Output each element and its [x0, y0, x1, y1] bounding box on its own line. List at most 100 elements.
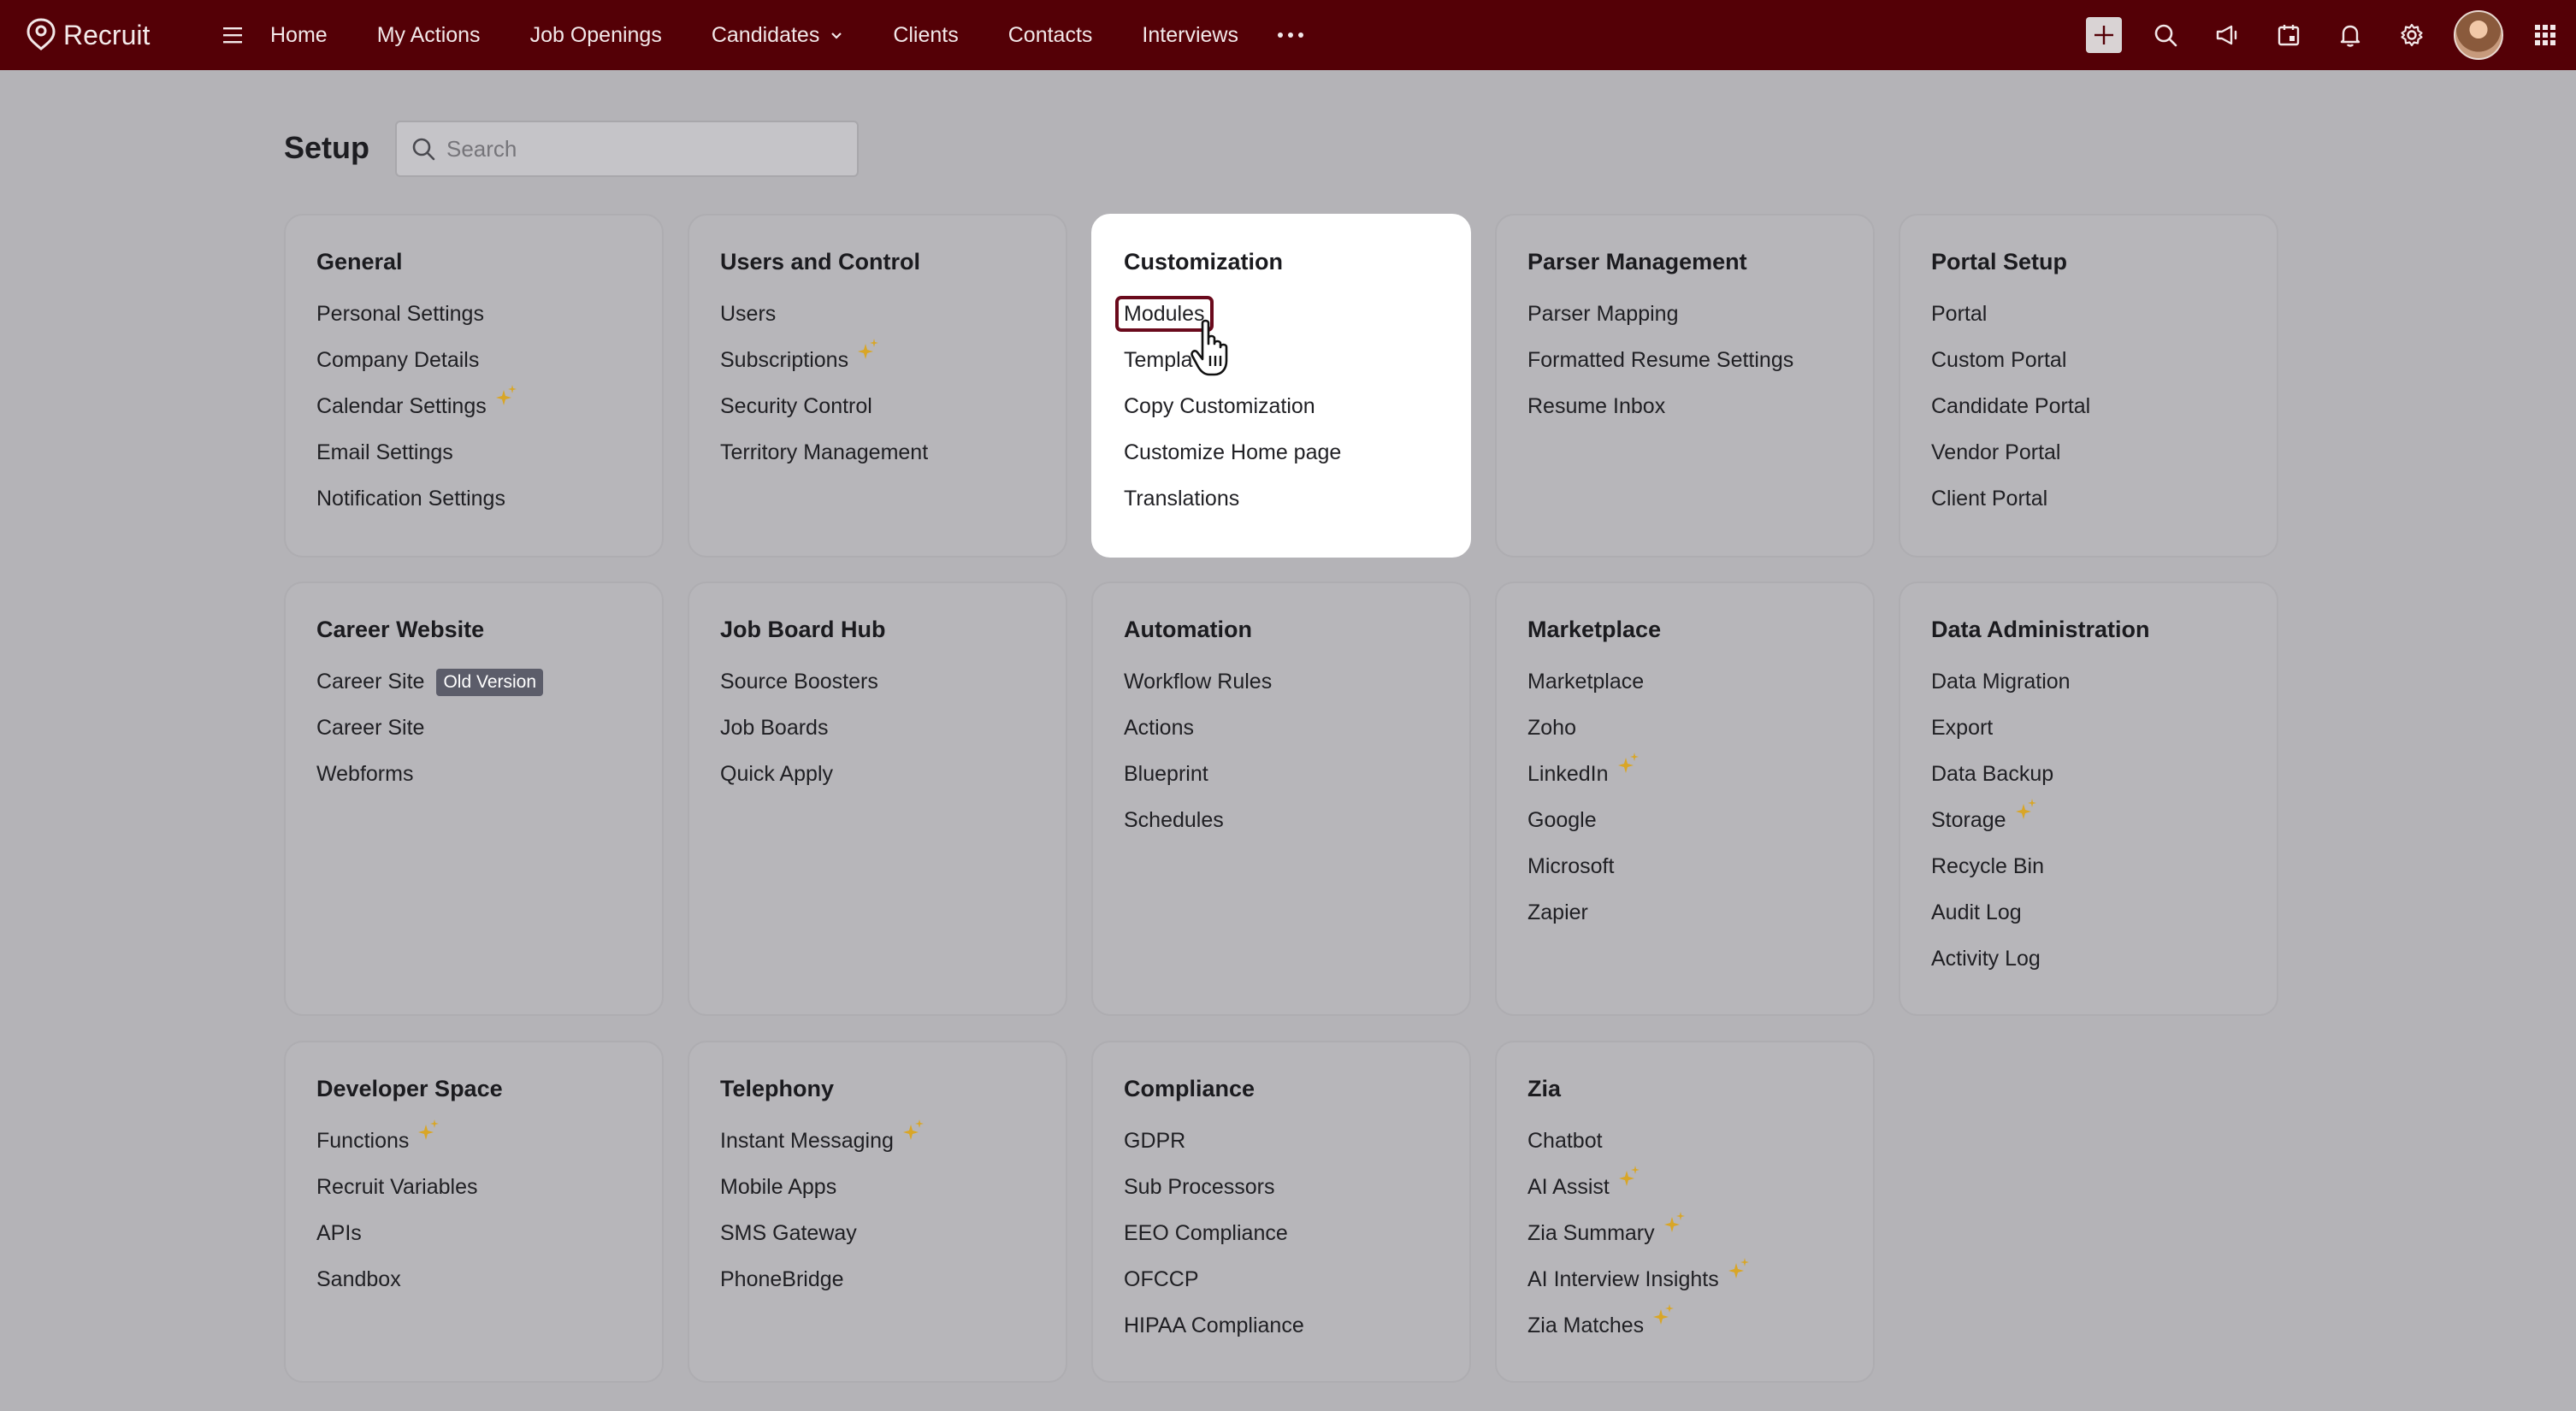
setup-link-hipaa-compliance[interactable]: HIPAA Compliance — [1124, 1313, 1469, 1359]
setup-link-recruit-variables[interactable]: Recruit Variables — [316, 1174, 662, 1220]
setup-link-ofccp[interactable]: OFCCP — [1124, 1266, 1469, 1313]
setup-link-recycle-bin[interactable]: Recycle Bin — [1931, 853, 2277, 900]
setup-link-email-settings[interactable]: Email Settings — [316, 440, 662, 486]
setup-link-gdpr[interactable]: GDPR — [1124, 1128, 1469, 1174]
card-link-list: Modules Templa Copy Customization Customize… — [1115, 296, 1469, 532]
setup-link-career-site[interactable]: Career Site Old Version — [316, 669, 662, 715]
setup-link-linkedin[interactable]: LinkedIn — [1527, 753, 1873, 807]
setup-link-export[interactable]: Export — [1931, 715, 2277, 761]
app-logo[interactable]: Recruit — [24, 16, 181, 54]
setup-link-parser-mapping[interactable]: Parser Mapping — [1527, 301, 1873, 347]
setup-link-calendar-settings[interactable]: Calendar Settings — [316, 385, 662, 440]
app-name: Recruit — [63, 19, 151, 50]
setup-link-mobile-apps[interactable]: Mobile Apps — [720, 1174, 1066, 1220]
nav-item-candidates[interactable]: Candidates — [712, 23, 843, 48]
card-link-list: Source Boosters Job Boards Quick Apply — [720, 669, 1066, 807]
nav-item-contacts[interactable]: Contacts — [1008, 23, 1093, 48]
setup-link-sms-gateway[interactable]: SMS Gateway — [720, 1220, 1066, 1266]
setup-link-job-boards[interactable]: Job Boards — [720, 715, 1066, 761]
nav-item-label: Home — [270, 22, 328, 47]
setup-link-subscriptions[interactable]: Subscriptions — [720, 339, 1066, 393]
announcements-button[interactable] — [2196, 0, 2258, 70]
setup-link-label: PhoneBridge — [720, 1267, 844, 1291]
setup-link-source-boosters[interactable]: Source Boosters — [720, 669, 1066, 715]
setup-link-modules[interactable]: Modules — [1115, 296, 1469, 347]
setup-link-microsoft[interactable]: Microsoft — [1527, 853, 1873, 900]
setup-link-zia-matches[interactable]: Zia Matches — [1527, 1304, 1873, 1359]
apps-button[interactable] — [2514, 0, 2576, 70]
setup-link-customize-home-page[interactable]: Customize Home page — [1124, 440, 1469, 486]
setup-link-label: Custom Portal — [1931, 348, 2067, 372]
card-link-list: Marketplace Zoho LinkedIn Google Microsoft Za… — [1527, 669, 1873, 946]
setup-link-sub-processors[interactable]: Sub Processors — [1124, 1174, 1469, 1220]
setup-link-client-portal[interactable]: Client Portal — [1931, 486, 2277, 532]
setup-link-zoho[interactable]: Zoho — [1527, 715, 1873, 761]
setup-card-data-administration: Data Administration Data Migration Export D… — [1899, 582, 2278, 1016]
notifications-button[interactable] — [2319, 0, 2381, 70]
setup-link-phonebridge[interactable]: PhoneBridge — [720, 1266, 1066, 1313]
setup-link-label: Subscriptions — [720, 348, 849, 372]
setup-link-custom-portal[interactable]: Custom Portal — [1931, 347, 2277, 393]
global-search-button[interactable] — [2135, 0, 2196, 70]
setup-link-data-migration[interactable]: Data Migration — [1931, 669, 2277, 715]
setup-link-data-backup[interactable]: Data Backup — [1931, 761, 2277, 807]
setup-link-google[interactable]: Google — [1527, 807, 1873, 853]
setup-link-users[interactable]: Users — [720, 301, 1066, 347]
setup-link-company-details[interactable]: Company Details — [316, 347, 662, 393]
setup-link-storage[interactable]: Storage — [1931, 799, 2277, 853]
setup-link-territory-management[interactable]: Territory Management — [720, 440, 1066, 486]
setup-link-sandbox[interactable]: Sandbox — [316, 1266, 662, 1313]
setup-link-functions[interactable]: Functions — [316, 1119, 662, 1174]
card-link-list: Functions Recruit Variables APIs Sandbox — [316, 1119, 662, 1313]
nav-item-clients[interactable]: Clients — [893, 23, 958, 48]
setup-link-translations[interactable]: Translations — [1124, 486, 1469, 532]
chevron-down-icon — [831, 32, 842, 39]
setup-search-input[interactable] — [446, 135, 840, 162]
setup-link-ai-interview-insights[interactable]: AI Interview Insights — [1527, 1258, 1873, 1313]
nav-item-home[interactable]: Home — [270, 23, 328, 48]
setup-link-security-control[interactable]: Security Control — [720, 393, 1066, 440]
quick-create-button[interactable] — [2073, 0, 2135, 70]
setup-link-label: Zapier — [1527, 900, 1588, 924]
setup-link-blueprint[interactable]: Blueprint — [1124, 761, 1469, 807]
top-navigation-bar: Recruit Home My Actions Job Openings Candid… — [0, 0, 2576, 70]
setup-link-notification-settings[interactable]: Notification Settings — [316, 486, 662, 532]
setup-search-box[interactable] — [395, 121, 859, 177]
setup-link-formatted-resume-settings[interactable]: Formatted Resume Settings — [1527, 347, 1873, 393]
setup-link-career-site[interactable]: Career Site — [316, 715, 662, 761]
setup-link-chatbot[interactable]: Chatbot — [1527, 1128, 1873, 1174]
setup-link-templa[interactable]: Templa — [1124, 347, 1469, 393]
setup-link-marketplace[interactable]: Marketplace — [1527, 669, 1873, 715]
settings-button[interactable] — [2381, 0, 2443, 70]
setup-link-resume-inbox[interactable]: Resume Inbox — [1527, 393, 1873, 440]
user-profile-button[interactable] — [2443, 0, 2514, 70]
card-title: Zia — [1527, 1076, 1562, 1101]
setup-link-audit-log[interactable]: Audit Log — [1931, 900, 2277, 946]
setup-link-activity-log[interactable]: Activity Log — [1931, 946, 2277, 992]
main-nav: Home My Actions Job Openings Candidates Clie… — [270, 23, 1288, 48]
nav-item-interviews[interactable]: Interviews — [1142, 23, 1238, 48]
setup-link-vendor-portal[interactable]: Vendor Portal — [1931, 440, 2277, 486]
hamburger-menu-button[interactable] — [209, 26, 257, 44]
setup-link-webforms[interactable]: Webforms — [316, 761, 662, 807]
setup-link-zapier[interactable]: Zapier — [1527, 900, 1873, 946]
setup-link-actions[interactable]: Actions — [1124, 715, 1469, 761]
setup-link-portal[interactable]: Portal — [1931, 301, 2277, 347]
setup-link-instant-messaging[interactable]: Instant Messaging — [720, 1119, 1066, 1174]
calendar-button[interactable] — [2258, 0, 2319, 70]
nav-more-button[interactable] — [1277, 32, 1303, 38]
setup-link-schedules[interactable]: Schedules — [1124, 807, 1469, 853]
setup-link-apis[interactable]: APIs — [316, 1220, 662, 1266]
setup-link-workflow-rules[interactable]: Workflow Rules — [1124, 669, 1469, 715]
setup-card-automation: Automation Workflow Rules Actions Blueprint… — [1091, 582, 1471, 1016]
setup-link-ai-assist[interactable]: AI Assist — [1527, 1166, 1873, 1220]
setup-link-copy-customization[interactable]: Copy Customization — [1124, 393, 1469, 440]
setup-link-quick-apply[interactable]: Quick Apply — [720, 761, 1066, 807]
setup-link-zia-summary[interactable]: Zia Summary — [1527, 1212, 1873, 1266]
nav-item-my-actions[interactable]: My Actions — [377, 23, 481, 48]
setup-link-personal-settings[interactable]: Personal Settings — [316, 301, 662, 347]
nav-item-label: Candidates — [711, 22, 820, 47]
nav-item-job-openings[interactable]: Job Openings — [530, 23, 662, 48]
setup-link-eeo-compliance[interactable]: EEO Compliance — [1124, 1220, 1469, 1266]
setup-link-candidate-portal[interactable]: Candidate Portal — [1931, 393, 2277, 440]
